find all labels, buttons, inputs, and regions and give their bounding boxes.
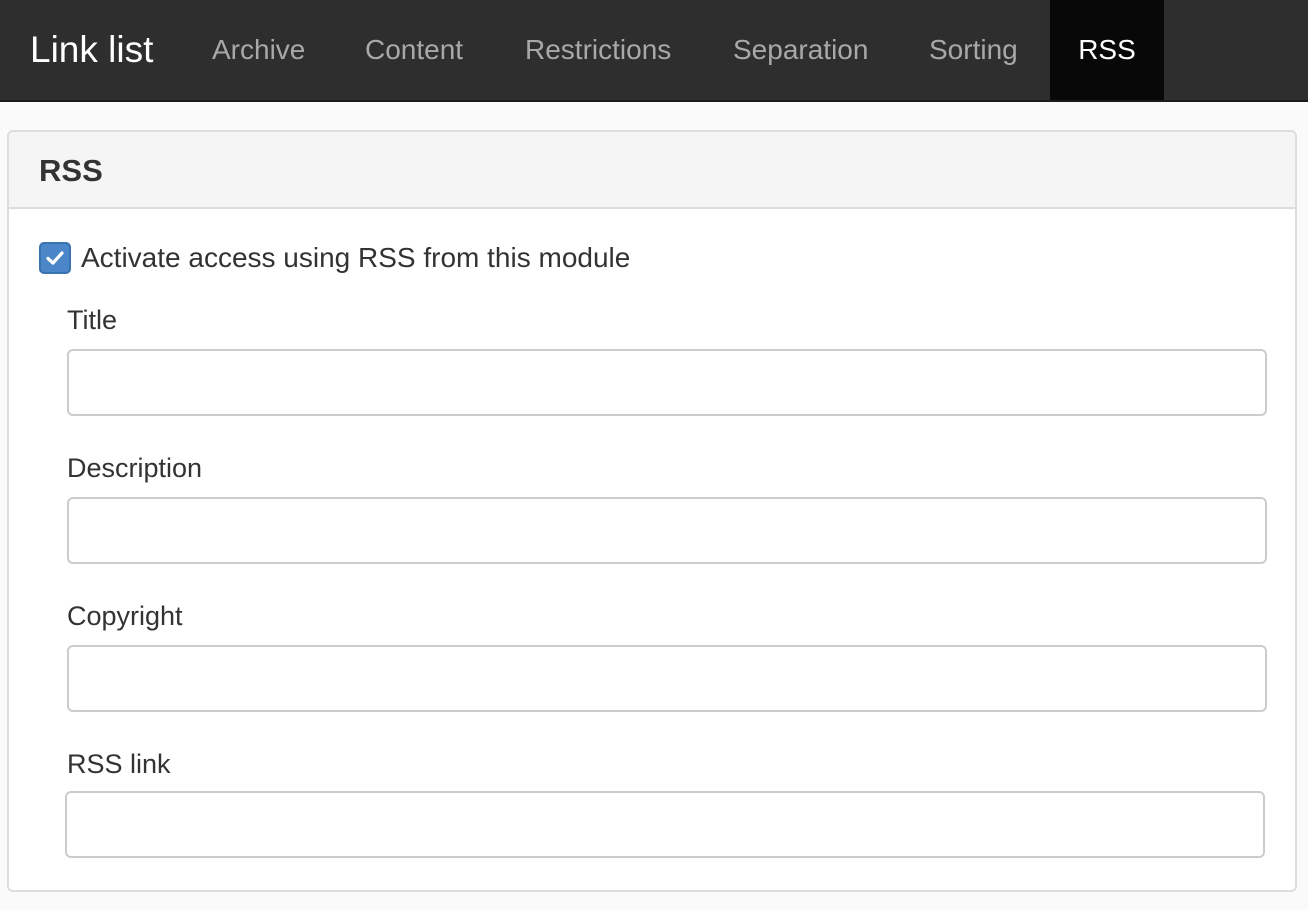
checkmark-icon [46,251,64,265]
nav-tab-sorting[interactable]: Sorting [929,0,1018,100]
activate-rss-label[interactable]: Activate access using RSS from this modu… [81,242,630,274]
nav-tab-rss[interactable]: RSS [1050,0,1164,100]
nav-tab-content[interactable]: Content [365,0,463,100]
title-label: Title [67,305,118,335]
description-label: Description [67,453,203,483]
activate-rss-checkbox[interactable] [39,242,71,274]
nav-tab-separation[interactable]: Separation [733,0,868,100]
rss-link-input[interactable] [65,791,1265,858]
title-input[interactable] [67,349,1267,416]
copyright-input[interactable] [67,645,1267,712]
brand-link[interactable]: Link list [30,0,153,100]
description-input[interactable] [67,497,1267,564]
nav-tab-archive[interactable]: Archive [212,0,305,100]
top-navbar: Link list Archive Content Restrictions S… [0,0,1308,102]
copyright-label: Copyright [67,601,183,631]
nav-tab-restrictions[interactable]: Restrictions [525,0,671,100]
rss-link-label: RSS link [67,749,171,779]
panel-title: RSS [39,153,103,188]
panel-heading: RSS [9,132,1295,209]
rss-panel: RSS Activate access using RSS from this … [7,130,1297,892]
